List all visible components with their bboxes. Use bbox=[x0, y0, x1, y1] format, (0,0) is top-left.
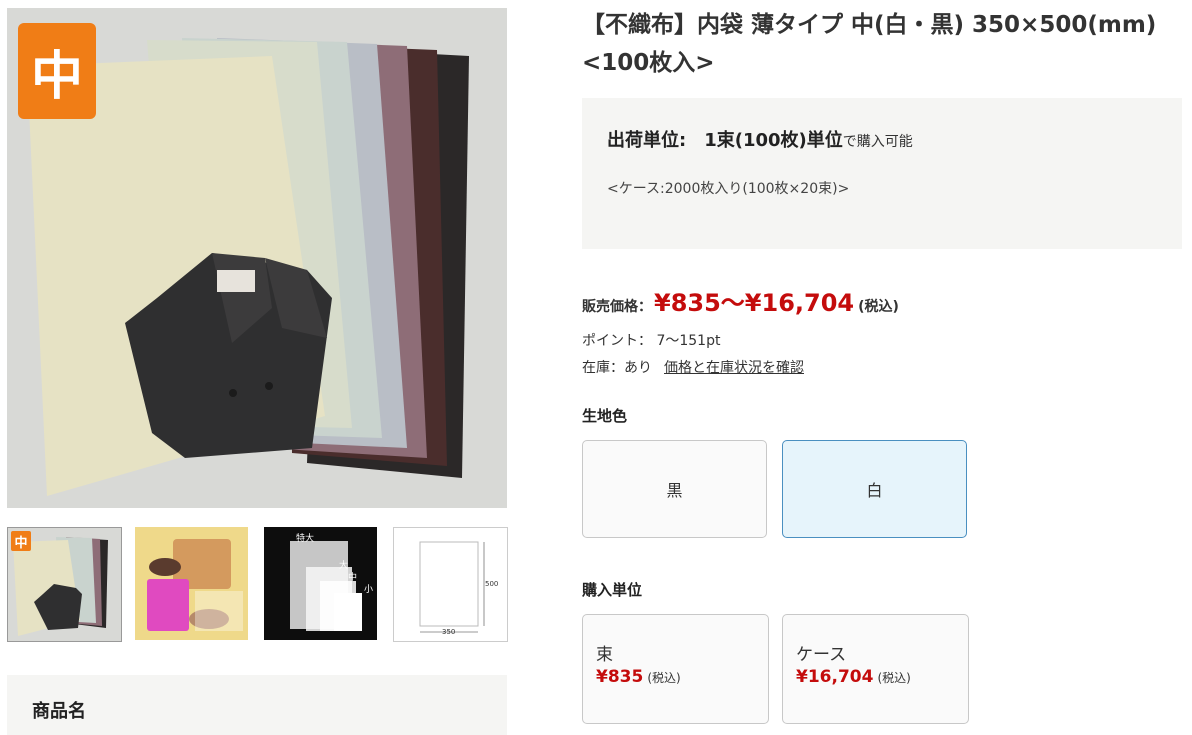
product-name-section: 商品名 bbox=[7, 675, 507, 735]
product-title-line1: 【不織布】内袋 薄タイプ 中(白・黒) 350×500(mm) bbox=[582, 12, 1157, 38]
dimension-height: 500 bbox=[485, 580, 499, 588]
thumbnail-4[interactable]: 500 350 bbox=[393, 527, 508, 642]
shipping-unit-value: 1束(100枚)単位 bbox=[704, 130, 843, 151]
unit-price: ¥835 (税込) bbox=[596, 667, 681, 687]
purchase-unit-title: 購入単位 bbox=[582, 581, 643, 599]
color-option-label: 白 bbox=[866, 481, 883, 500]
color-option-black[interactable]: 黒 bbox=[582, 440, 767, 538]
thumbnail-image bbox=[135, 527, 248, 640]
dimension-width: 350 bbox=[442, 628, 456, 636]
price-tax: (税込) bbox=[858, 299, 899, 315]
purchase-unit-bundle[interactable]: 束 ¥835 (税込) bbox=[582, 614, 769, 724]
purchase-unit-case[interactable]: ケース ¥16,704 (税込) bbox=[782, 614, 969, 724]
color-option-white[interactable]: 白 bbox=[782, 440, 967, 538]
unit-price-value: ¥835 bbox=[596, 667, 644, 687]
shipping-info-box: 出荷単位: 1束(100枚)単位で購入可能 <ケース:2000枚入り(100枚×2… bbox=[582, 98, 1182, 249]
stock-check-link[interactable]: 価格と在庫状況を確認 bbox=[664, 360, 804, 376]
stock-status: 在庫：あり bbox=[582, 360, 652, 376]
price-label: 販売価格： bbox=[582, 299, 652, 315]
thumbnail-2[interactable] bbox=[135, 527, 248, 640]
thumbnail-label-s: 小 bbox=[364, 585, 374, 595]
points-info: ポイント： 7〜151pt bbox=[582, 333, 721, 349]
unit-name: ケース bbox=[796, 645, 847, 665]
thumbnail-label-l: 大 bbox=[339, 561, 349, 571]
main-product-image: 中 bbox=[7, 8, 507, 508]
thumbnail-label-m: 中 bbox=[348, 573, 358, 583]
unit-name: 束 bbox=[596, 645, 613, 665]
case-note: <ケース:2000枚入り(100枚×20束)> bbox=[607, 181, 850, 197]
price-row: 販売価格：¥835〜¥16,704 (税込) bbox=[582, 283, 899, 318]
product-name-label: 商品名 bbox=[32, 701, 86, 722]
thumbnail-3[interactable]: 特大 大 中 小 bbox=[264, 527, 377, 640]
shipping-unit-line: 出荷単位: 1束(100枚)単位で購入可能 bbox=[607, 126, 913, 152]
unit-price-value: ¥16,704 bbox=[796, 667, 874, 687]
product-title: 【不織布】内袋 薄タイプ 中(白・黒) 350×500(mm) <100枚入> bbox=[582, 6, 1192, 82]
price-value: ¥835〜¥16,704 bbox=[654, 289, 855, 317]
thumbnail-label-xl: 特大 bbox=[296, 534, 315, 544]
unit-price: ¥16,704 (税込) bbox=[796, 667, 911, 687]
unit-price-tax: (税込) bbox=[647, 671, 681, 685]
product-title-line2: <100枚入> bbox=[582, 50, 715, 76]
thumbnail-image bbox=[264, 527, 377, 640]
fabric-color-title: 生地色 bbox=[582, 407, 628, 425]
color-option-label: 黒 bbox=[666, 481, 683, 500]
unit-price-tax: (税込) bbox=[877, 671, 911, 685]
stock-info: 在庫：あり 価格と在庫状況を確認 bbox=[582, 357, 804, 377]
thumbnail-1[interactable]: 中 bbox=[7, 527, 122, 642]
thumbnail-size-badge: 中 bbox=[11, 531, 31, 551]
size-badge: 中 bbox=[18, 23, 96, 119]
shipping-unit-suffix: で購入可能 bbox=[842, 134, 913, 150]
shipping-unit-label: 出荷単位: bbox=[607, 130, 687, 151]
